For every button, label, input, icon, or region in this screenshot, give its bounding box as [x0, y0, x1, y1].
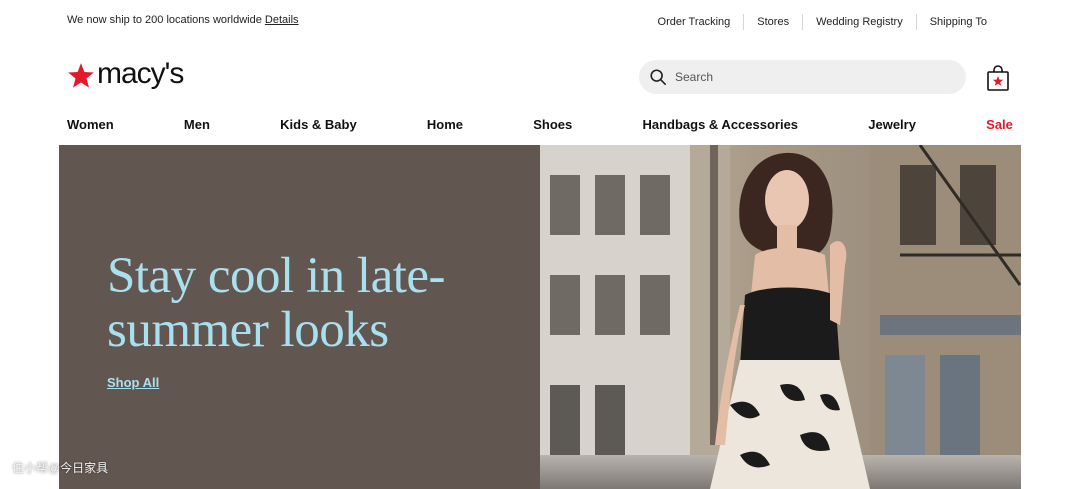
nav-item-shoes[interactable]: Shoes: [533, 117, 572, 132]
stores-link[interactable]: Stores: [744, 14, 802, 30]
shopping-bag-icon[interactable]: [986, 64, 1010, 92]
utility-links: Order Tracking Stores Wedding Registry S…: [645, 14, 987, 30]
nav-item-home[interactable]: Home: [427, 117, 463, 132]
nav-item-kids-baby[interactable]: Kids & Baby: [280, 117, 357, 132]
utility-bar: We now ship to 200 locations worldwide D…: [0, 0, 1080, 44]
nav-item-jewelry[interactable]: Jewelry: [868, 117, 916, 132]
shipping-message-text: We now ship to 200 locations worldwide: [67, 14, 262, 26]
wedding-registry-link[interactable]: Wedding Registry: [803, 14, 916, 30]
shipping-to-link[interactable]: Shipping To: [917, 14, 987, 30]
search-icon: [650, 69, 667, 86]
search-bar[interactable]: [639, 60, 966, 94]
hero-text-panel: Stay cool in late-summer looks Shop All: [59, 145, 540, 489]
details-link[interactable]: Details: [265, 14, 299, 26]
main-nav: Women Men Kids & Baby Home Shoes Handbag…: [67, 114, 1013, 134]
hero-heading: Stay cool in late-summer looks: [107, 248, 446, 358]
star-logo-icon: [68, 63, 94, 88]
nav-item-men[interactable]: Men: [184, 117, 210, 132]
nav-item-women[interactable]: Women: [67, 117, 114, 132]
shop-all-link[interactable]: Shop All: [107, 375, 159, 390]
nav-item-sale[interactable]: Sale: [986, 117, 1013, 132]
shipping-message: We now ship to 200 locations worldwide D…: [67, 14, 299, 26]
header: macy's: [0, 52, 1080, 106]
order-tracking-link[interactable]: Order Tracking: [645, 14, 744, 30]
macys-logo[interactable]: macy's: [67, 57, 184, 90]
nav-item-handbags-accessories[interactable]: Handbags & Accessories: [642, 117, 798, 132]
hero-banner: Stay cool in late-summer looks Shop All: [59, 145, 1021, 489]
logo-text: macy's: [97, 57, 184, 90]
search-input[interactable]: [673, 69, 947, 85]
hero-image[interactable]: [540, 145, 1021, 489]
watermark: 住小帮@今日家具: [12, 461, 109, 475]
